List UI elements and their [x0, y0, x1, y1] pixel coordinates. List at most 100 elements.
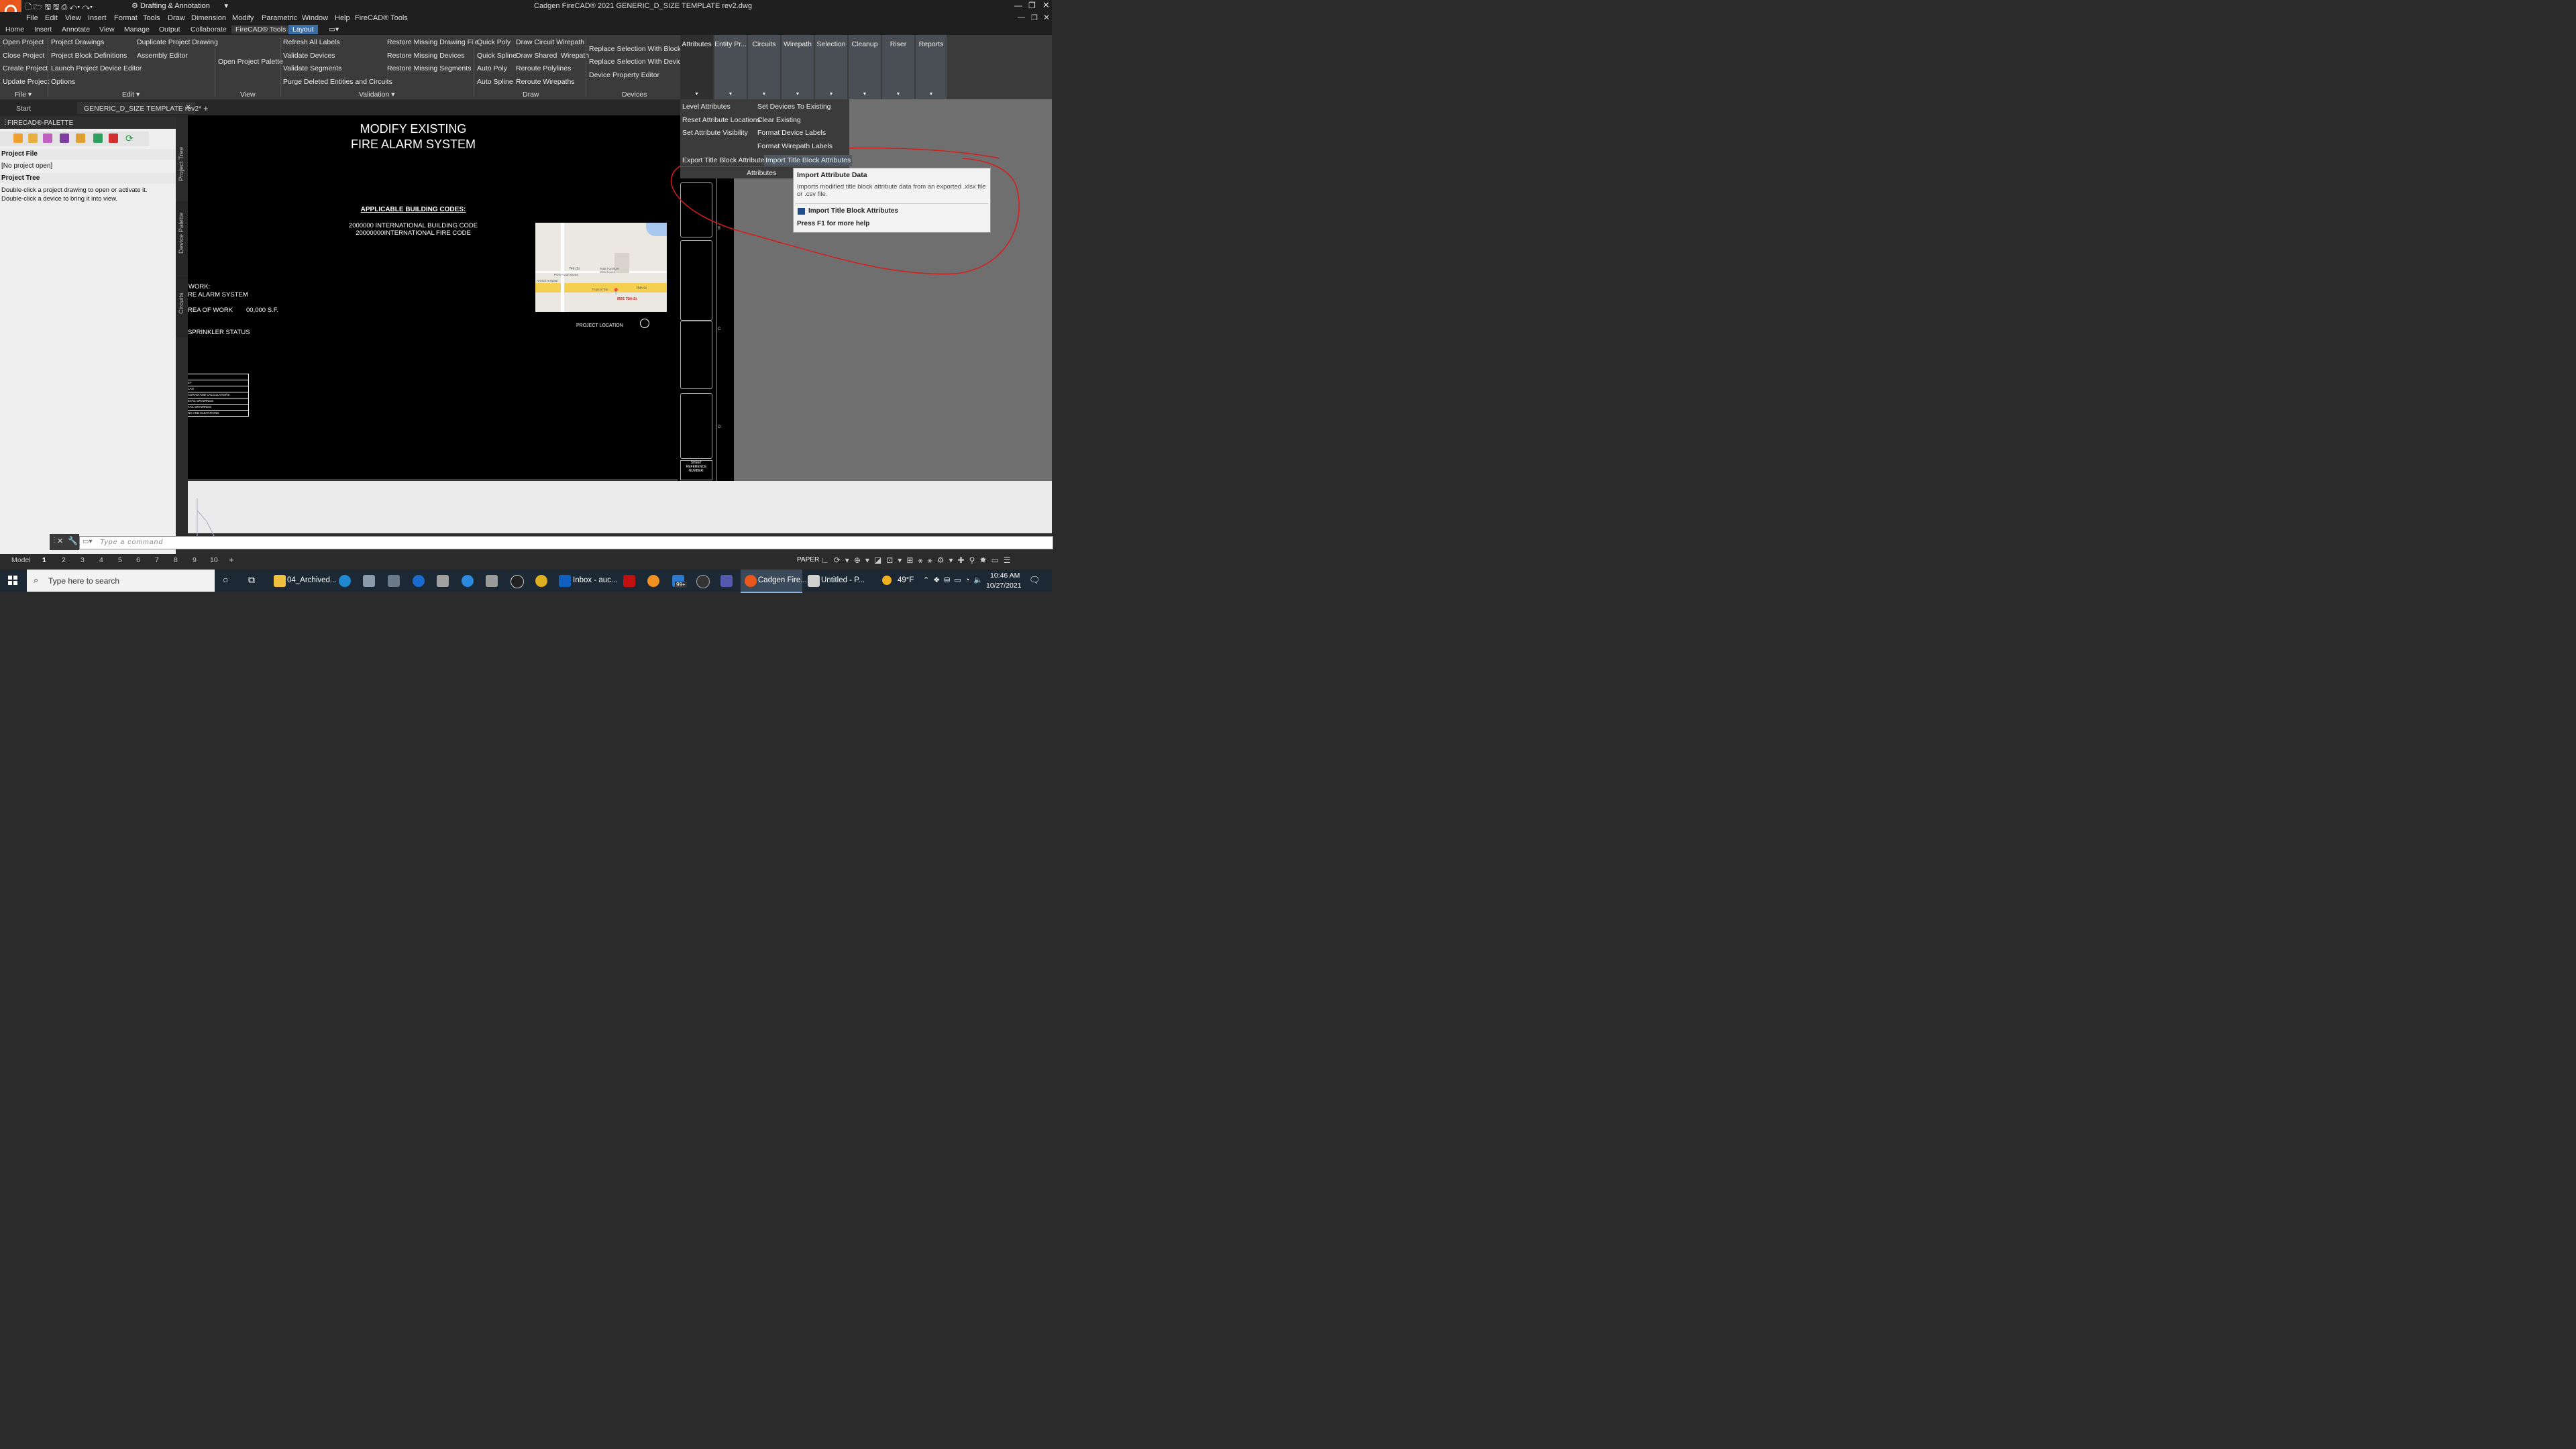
- quick-spline-button[interactable]: Quick Spline: [477, 52, 517, 60]
- vtab-device-palette[interactable]: Device Palette: [176, 201, 188, 275]
- device-property-editor-button[interactable]: Device Property Editor: [589, 71, 659, 79]
- doc-restore-button[interactable]: ❐: [1031, 13, 1038, 22]
- layout-tab-9[interactable]: 9: [193, 556, 197, 564]
- tab-active-drawing[interactable]: GENERIC_D_SIZE TEMPLATE rev2* ✕: [77, 102, 201, 114]
- minimize-button[interactable]: —: [1014, 1, 1022, 10]
- restore-devices-button[interactable]: Restore Missing Devices: [387, 52, 465, 60]
- new-project-icon[interactable]: [13, 133, 23, 143]
- menu-firecad-tools[interactable]: FireCAD® Tools: [355, 14, 408, 22]
- taskbar-cadgen-button[interactable]: Cadgen Fire...: [741, 570, 807, 593]
- doc-close-button[interactable]: ✕: [1043, 13, 1050, 22]
- layout-tab-model[interactable]: Model: [11, 556, 31, 564]
- reroute-wirepaths-button[interactable]: Reroute Wirepaths: [516, 78, 575, 86]
- set-devices-existing-item[interactable]: Set Devices To Existing: [757, 103, 831, 111]
- options-button[interactable]: Options: [51, 78, 75, 86]
- quick-poly-button[interactable]: Quick Poly: [477, 38, 511, 46]
- outlook-icon[interactable]: [559, 575, 571, 587]
- paint-icon[interactable]: [808, 575, 820, 587]
- validate-devices-button[interactable]: Validate Devices: [283, 52, 335, 60]
- duplicate-drawing-button[interactable]: Duplicate Project Drawing: [137, 38, 218, 46]
- open-project-palette-button[interactable]: Open Project Palette: [218, 58, 283, 66]
- taskbar-app-paint[interactable]: Untitled - P...: [821, 576, 865, 584]
- filezilla-icon[interactable]: [623, 575, 635, 587]
- tab-output[interactable]: Output: [159, 25, 180, 34]
- restore-segments-button[interactable]: Restore Missing Segments: [387, 64, 471, 72]
- format-device-labels-item[interactable]: Format Device Labels: [757, 129, 826, 137]
- launch-device-editor-button[interactable]: Launch Project Device Editor: [51, 64, 142, 72]
- layout-tab-7[interactable]: 7: [155, 556, 159, 564]
- validate-segments-button[interactable]: Validate Segments: [283, 64, 341, 72]
- open-icon[interactable]: 🗁: [34, 3, 43, 11]
- restore-drawing-file-button[interactable]: Restore Missing Drawing File: [387, 38, 479, 46]
- close-button[interactable]: ✕: [1042, 0, 1050, 11]
- app-icon-11[interactable]: [647, 575, 659, 587]
- menu-file[interactable]: File: [26, 14, 38, 22]
- status-bar-tools[interactable]: ∟⟳▾⊕▾◪⊡▾⊞⚹⚹⚙▾✚⚲✹▭☰: [821, 555, 1052, 565]
- saveas-icon[interactable]: 🖫: [53, 3, 59, 11]
- tab-annotate[interactable]: Annotate: [62, 25, 90, 34]
- customize-icon[interactable]: 🔧: [68, 536, 78, 545]
- restore-button[interactable]: ❐: [1028, 1, 1036, 10]
- circuits-dropdown[interactable]: Circuits ▼: [748, 35, 780, 99]
- remove-drawing-icon[interactable]: [109, 133, 118, 143]
- doc-minimize-button[interactable]: —: [1018, 13, 1025, 21]
- weather-icon[interactable]: [882, 576, 892, 585]
- panel-title-edit[interactable]: Edit ▾: [122, 91, 140, 99]
- layout-tab-4[interactable]: 4: [99, 556, 103, 564]
- save-icon[interactable]: 🖫: [45, 3, 51, 11]
- draw-circuit-wirepath-button[interactable]: Draw Circuit Wirepath: [516, 38, 584, 46]
- auto-spline-button[interactable]: Auto Spline: [477, 78, 513, 86]
- menu-format[interactable]: Format: [114, 14, 138, 22]
- app-icon-8[interactable]: [511, 575, 524, 588]
- new-icon[interactable]: 🗋: [25, 3, 32, 11]
- undo-icon[interactable]: ↶▾: [69, 3, 80, 11]
- cortana-icon[interactable]: ○: [223, 574, 228, 585]
- menu-help[interactable]: Help: [335, 14, 350, 22]
- layout-tab-1[interactable]: 1: [42, 556, 46, 564]
- app-icon-13[interactable]: [696, 575, 710, 588]
- replace-with-device-button[interactable]: Replace Selection With Device: [589, 58, 686, 66]
- notification-icon[interactable]: 🗨: [1029, 575, 1040, 586]
- export-title-block-item[interactable]: Export Title Block Attributes: [682, 156, 768, 164]
- file-explorer-icon[interactable]: [274, 575, 286, 587]
- format-wirepath-labels-item[interactable]: Format Wirepath Labels: [757, 142, 833, 150]
- attributes-dropdown[interactable]: Attributes ▼: [680, 35, 713, 99]
- print-icon[interactable]: ⎙: [62, 3, 68, 11]
- refresh-labels-button[interactable]: Refresh All Labels: [283, 38, 340, 46]
- close-command-icon[interactable]: ✕: [57, 537, 63, 545]
- layout-tab-2[interactable]: 2: [62, 556, 66, 564]
- panel-title-file[interactable]: File ▾: [15, 91, 32, 99]
- entity-properties-dropdown[interactable]: Entity Pr... ▼: [714, 35, 747, 99]
- assembly-editor-button[interactable]: Assembly Editor: [137, 52, 188, 60]
- purge-deleted-button[interactable]: Purge Deleted Entities and Circuits: [283, 78, 392, 86]
- project-drawings-button[interactable]: Project Drawings: [51, 38, 104, 46]
- menu-parametric[interactable]: Parametric: [262, 14, 297, 22]
- system-tray-icons[interactable]: ⌃❖⛁▭◔🔈: [923, 576, 987, 584]
- edge-icon[interactable]: [339, 575, 351, 587]
- panel-title-validation[interactable]: Validation ▾: [359, 91, 395, 99]
- weather-temp[interactable]: 49°F: [898, 576, 914, 584]
- tab-start[interactable]: Start: [16, 105, 31, 113]
- teams-icon[interactable]: [720, 575, 733, 587]
- set-attribute-visibility-item[interactable]: Set Attribute Visibility: [682, 129, 748, 137]
- clear-existing-item[interactable]: Clear Existing: [757, 116, 801, 124]
- menu-edit[interactable]: Edit: [45, 14, 58, 22]
- tab-collaborate[interactable]: Collaborate: [191, 25, 227, 34]
- layout-tab-10[interactable]: 10: [210, 556, 218, 564]
- command-history-icon[interactable]: ▭▾: [83, 538, 92, 545]
- replace-with-block-button[interactable]: Replace Selection With Block: [589, 45, 681, 53]
- app-icon-2[interactable]: [363, 575, 375, 587]
- paper-space-toggle[interactable]: PAPER: [797, 556, 819, 564]
- windows-start-icon[interactable]: [8, 576, 17, 585]
- close-tab-icon[interactable]: ✕: [185, 103, 191, 111]
- command-input[interactable]: ▭▾ Type a command: [79, 536, 1053, 549]
- tab-home[interactable]: Home: [5, 25, 24, 34]
- tab-firecad-tools[interactable]: FireCAD® Tools: [231, 25, 290, 34]
- menu-tools[interactable]: Tools: [143, 14, 160, 22]
- reroute-polylines-button[interactable]: Reroute Polylines: [516, 64, 571, 72]
- redo-icon[interactable]: ↷▾: [82, 3, 93, 11]
- selection-dropdown[interactable]: Selection ▼: [815, 35, 847, 99]
- close-project-icon[interactable]: [43, 133, 52, 143]
- reset-attribute-locations-item[interactable]: Reset Attribute Locations: [682, 116, 761, 124]
- wirepath-dropdown[interactable]: Wirepath ▼: [782, 35, 814, 99]
